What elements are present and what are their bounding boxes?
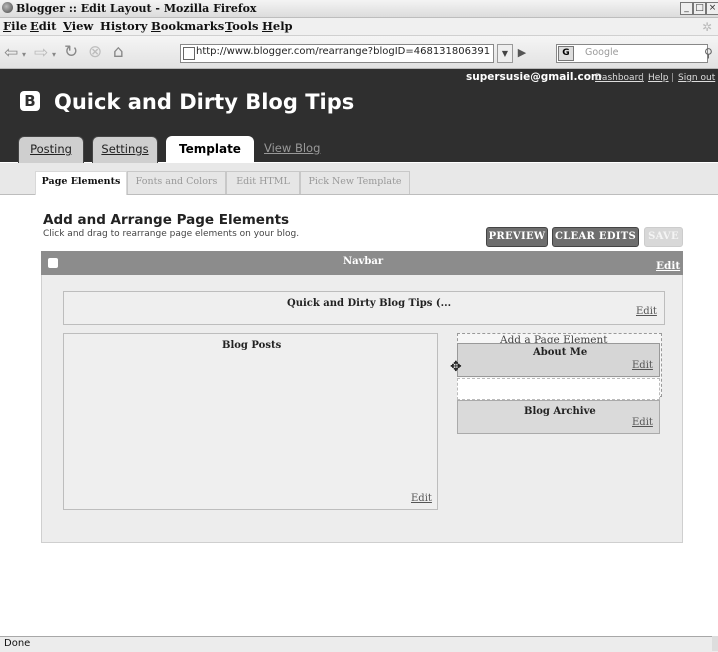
search-placeholder[interactable]: Google [585, 47, 619, 58]
navbar-edit-link[interactable]: Edit [656, 260, 680, 272]
tab-view-blog[interactable]: View Blog [264, 141, 320, 155]
dashboard-link[interactable]: Dashboard [595, 73, 644, 83]
about-me-edit-link[interactable]: Edit [632, 360, 653, 371]
blog-archive-title: Blog Archive [524, 406, 596, 417]
page-subtitle: Click and drag to rearrange page element… [43, 229, 300, 239]
blogger-logo-icon: B [20, 91, 40, 111]
menu-file[interactable]: File [3, 19, 27, 33]
page-icon [183, 47, 195, 60]
menu-view[interactable]: View [63, 19, 93, 33]
minimize-button[interactable]: _ [680, 2, 693, 15]
navbar-label: Navbar [343, 256, 384, 267]
tab-posting[interactable]: Posting [18, 136, 84, 163]
move-cursor-icon: ✥ [450, 359, 462, 375]
menu-tools[interactable]: Tools [225, 19, 258, 33]
go-icon[interactable]: ▶ [514, 44, 530, 61]
status-bar [0, 636, 718, 652]
window-title: Blogger :: Edit Layout - Mozilla Firefox [16, 2, 257, 15]
forward-icon[interactable]: ⇨ [34, 43, 48, 63]
preview-button[interactable]: PREVIEW [486, 227, 548, 247]
home-icon[interactable]: ⌂ [113, 42, 124, 62]
header-widget-title: Quick and Dirty Blog Tips (... [287, 298, 452, 309]
blog-archive-edit-link[interactable]: Edit [632, 417, 653, 428]
search-icon[interactable]: ⚲ [704, 46, 713, 60]
about-me-title: About Me [533, 347, 588, 358]
blog-title: Quick and Dirty Blog Tips [54, 90, 355, 114]
link-separator: | [671, 73, 675, 83]
clear-edits-button[interactable]: CLEAR EDITS [552, 227, 639, 247]
subtab-fonts-and-colors[interactable]: Fonts and Colors [127, 171, 226, 194]
link-separator: | [641, 73, 645, 83]
url-text[interactable]: http://www.blogger.com/rearrange?blogID=… [196, 46, 490, 57]
blog-posts-edit-link[interactable]: Edit [411, 493, 432, 504]
status-text: Done [4, 638, 31, 649]
menu-help[interactable]: Help [262, 19, 293, 33]
help-link[interactable]: Help [648, 73, 669, 83]
search-input[interactable] [556, 44, 708, 63]
search-engine-icon[interactable]: G [558, 46, 574, 61]
subtab-pick-new-template[interactable]: Pick New Template [300, 171, 410, 194]
user-email: supersusie@gmail.com [466, 71, 602, 83]
menu-edit[interactable]: Edit [30, 19, 57, 33]
header-widget-edit-link[interactable]: Edit [636, 306, 657, 317]
menu-history[interactable]: History [100, 19, 147, 33]
stop-icon[interactable]: ⊗ [88, 42, 102, 62]
sign-out-link[interactable]: Sign out [678, 73, 715, 83]
close-button[interactable]: × [706, 2, 718, 15]
forward-dropdown-icon[interactable]: ▾ [52, 45, 56, 65]
tab-template[interactable]: Template [166, 136, 254, 164]
tab-settings[interactable]: Settings [92, 136, 158, 163]
drop-placeholder [457, 378, 660, 400]
reload-icon[interactable]: ↻ [64, 42, 78, 62]
maximize-button[interactable]: □ [693, 2, 706, 15]
blog-posts-widget[interactable] [63, 333, 438, 510]
menu-bookmarks[interactable]: Bookmarks [151, 19, 224, 33]
page-title: Add and Arrange Page Elements [43, 212, 290, 228]
resize-grip[interactable] [712, 636, 718, 651]
subtab-edit-html[interactable]: Edit HTML [226, 171, 300, 194]
save-button[interactable]: SAVE [644, 227, 683, 247]
firefox-icon [2, 2, 13, 13]
blog-posts-title: Blog Posts [222, 340, 282, 351]
back-icon[interactable]: ⇦ [4, 43, 18, 63]
navbar-logo-icon [48, 258, 58, 268]
url-dropdown-icon[interactable]: ▼ [497, 44, 513, 63]
back-dropdown-icon[interactable]: ▾ [22, 45, 26, 65]
subtab-page-elements[interactable]: Page Elements [35, 171, 127, 195]
throbber-icon: ✲ [702, 20, 713, 34]
